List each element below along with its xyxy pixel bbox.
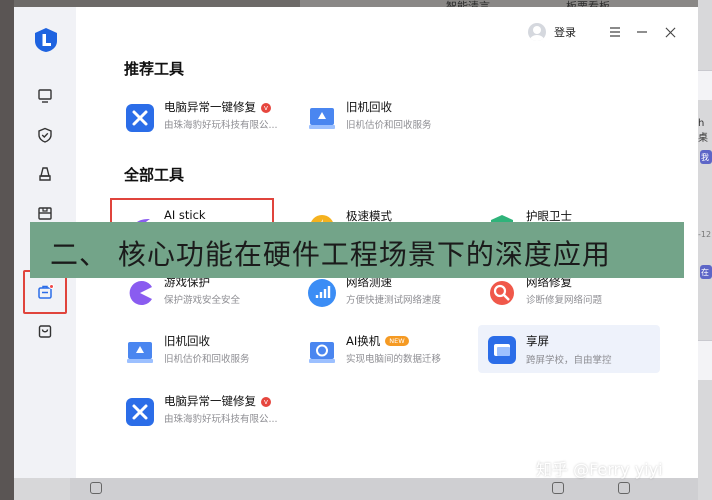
repair-tools-icon: [126, 104, 154, 132]
network-repair-icon: [490, 281, 514, 305]
ai-migrate-icon: [309, 342, 335, 363]
tool-ai-migrate[interactable]: AI换机 NEW 实现电脑间的数据迁移: [298, 329, 468, 373]
monitor-icon: [38, 89, 52, 103]
screen-share-icon: [488, 336, 516, 364]
minimize-button[interactable]: [632, 22, 652, 42]
verified-badge: v: [261, 103, 271, 113]
watermark: 知乎 @Ferry yiyi: [536, 460, 663, 479]
login-button[interactable]: 登录: [554, 24, 576, 40]
tool-pc-repair[interactable]: 电脑异常一键修复 v 由珠海豹好玩科技有限公...: [116, 389, 286, 433]
shopping-bag-icon: [38, 325, 52, 338]
sidebar-item-home[interactable]: [30, 81, 60, 111]
tool-recycle[interactable]: 旧机回收 旧机估价和回收服务: [116, 329, 286, 373]
recycle-icon: [309, 108, 335, 129]
edit-icon: [618, 482, 630, 494]
tool-name: AI换机: [346, 334, 381, 348]
caption-text: 二、 核心功能在硬件工程场景下的深度应用: [50, 238, 611, 271]
background-bottom-strip: [14, 478, 698, 500]
tool-desc: 由珠海豹好玩科技有限公...: [164, 120, 278, 131]
caption-banner: 二、 核心功能在硬件工程场景下的深度应用: [30, 222, 684, 278]
tool-name: 旧机回收: [164, 334, 210, 348]
tool-desc: 实现电脑间的数据迁移: [346, 354, 442, 365]
tool-recycle[interactable]: 旧机回收 旧机估价和回收服务: [298, 95, 468, 139]
tool-name: 享屏: [526, 334, 549, 348]
shield-check-icon: [38, 127, 52, 143]
tool-desc: 旧机估价和回收服务: [346, 120, 432, 131]
close-icon: [665, 27, 675, 37]
hardware-box-icon: [38, 207, 52, 220]
avatar[interactable]: [528, 23, 546, 41]
tool-name: 旧机回收: [346, 100, 392, 114]
tool-desc: 跨屏学校，自由掌控: [526, 355, 612, 366]
edit-icon: [552, 482, 564, 494]
sidebar-item-security[interactable]: [30, 120, 60, 150]
new-badge: NEW: [385, 336, 409, 346]
tool-name: 电脑异常一键修复: [164, 394, 256, 408]
recycle-icon: [127, 342, 153, 363]
notification-dot: [49, 284, 54, 289]
broom-icon: [39, 167, 51, 181]
sidebar-item-store[interactable]: [30, 316, 60, 346]
tool-desc: 方便快捷测试网络速度: [346, 295, 442, 306]
tool-desc: 保护游戏安全安全: [164, 295, 241, 306]
tool-pc-repair[interactable]: 电脑异常一键修复 v 由珠海豹好玩科技有限公...: [116, 95, 286, 139]
tool-desc: 诊断修复网络问题: [526, 295, 603, 306]
tool-desc: 由珠海豹好玩科技有限公...: [164, 414, 278, 425]
background-right-strip: h桌 我 -12 在: [698, 0, 712, 500]
recommended-title: 推荐工具: [124, 60, 185, 78]
menu-button[interactable]: [605, 22, 625, 42]
background-left: [0, 0, 14, 500]
tool-desc: 旧机估价和回收服务: [164, 354, 250, 365]
tool-screen-share[interactable]: 享屏 跨屏学校，自由掌控: [478, 325, 660, 373]
hamburger-icon: [610, 27, 620, 37]
game-protect-icon: [129, 281, 152, 305]
close-button[interactable]: [660, 22, 680, 42]
account-area[interactable]: 登录: [528, 21, 576, 43]
sidebar-item-cleanup[interactable]: [30, 159, 60, 189]
shield-icon: [90, 482, 102, 494]
app-logo-icon: [35, 28, 57, 52]
repair-tools-icon: [126, 398, 154, 426]
minimize-icon: [637, 31, 647, 33]
verified-badge: v: [261, 397, 271, 407]
all-tools-title: 全部工具: [124, 166, 185, 184]
network-speed-icon: [308, 279, 336, 307]
tool-name: 电脑异常一键修复: [164, 100, 256, 114]
